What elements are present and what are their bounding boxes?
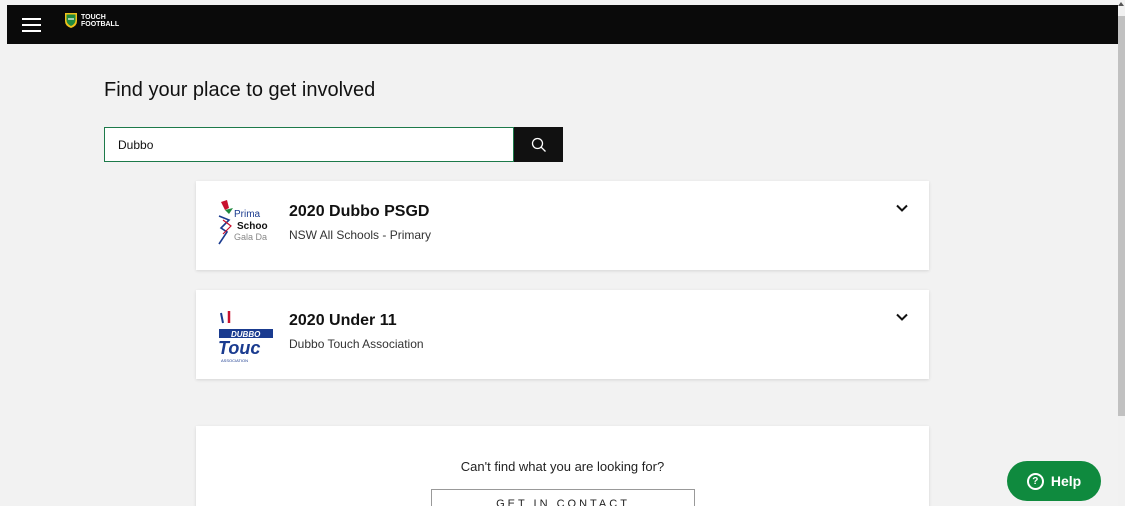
logo-text: Schoo — [237, 221, 268, 232]
hamburger-icon[interactable] — [22, 18, 41, 32]
help-label: Help — [1050, 473, 1082, 489]
scrollbar-thumb[interactable] — [1118, 16, 1125, 416]
result-card[interactable]: Prima Schoo Gala Da 2020 Dubbo PSGD NSW … — [196, 181, 929, 270]
page-title: Find your place to get involved — [104, 79, 376, 101]
search-input[interactable] — [104, 127, 514, 162]
touch-football-logo[interactable]: TOUCH FOOTBALL — [64, 12, 119, 29]
result-subtitle: NSW All Schools - Primary — [289, 228, 432, 242]
chevron-down-icon[interactable] — [895, 201, 909, 215]
logo-text: Prima — [234, 209, 261, 220]
contact-prompt: Can't find what you are looking for? — [460, 459, 665, 474]
shield-logo-icon — [65, 13, 77, 28]
contact-card: Can't find what you are looking for? GET… — [196, 426, 929, 506]
logo-text: Gala Da — [234, 232, 267, 242]
result-subtitle: Dubbo Touch Association — [289, 337, 424, 351]
logo-text-line1: TOUCH — [81, 13, 106, 21]
get-in-contact-button[interactable]: GET IN CONTACT — [431, 489, 695, 506]
result-card[interactable]: DUBBO Touc ASSOCIATION 2020 Under 11 Dub… — [196, 290, 929, 379]
scroll-up-arrow-icon[interactable] — [1118, 2, 1124, 6]
result-title: 2020 Under 11 — [289, 312, 397, 329]
event-logo-dubbo-touch: DUBBO Touc ASSOCIATION — [217, 307, 273, 363]
search-button[interactable] — [514, 127, 563, 162]
question-circle-icon: ? — [1026, 472, 1044, 490]
logo-text: ASSOCIATION — [221, 358, 248, 363]
event-logo-psgd: Prima Schoo Gala Da — [217, 198, 273, 254]
result-title: 2020 Dubbo PSGD — [289, 203, 430, 220]
logo-text-line2: FOOTBALL — [81, 20, 120, 28]
top-navigation-bar: TOUCH FOOTBALL — [7, 5, 1118, 44]
vertical-scrollbar[interactable] — [1118, 0, 1125, 506]
chevron-down-icon[interactable] — [895, 310, 909, 324]
search-icon — [531, 137, 546, 152]
help-button[interactable]: ? Help — [1007, 461, 1101, 501]
logo-text: Touc — [218, 338, 260, 358]
